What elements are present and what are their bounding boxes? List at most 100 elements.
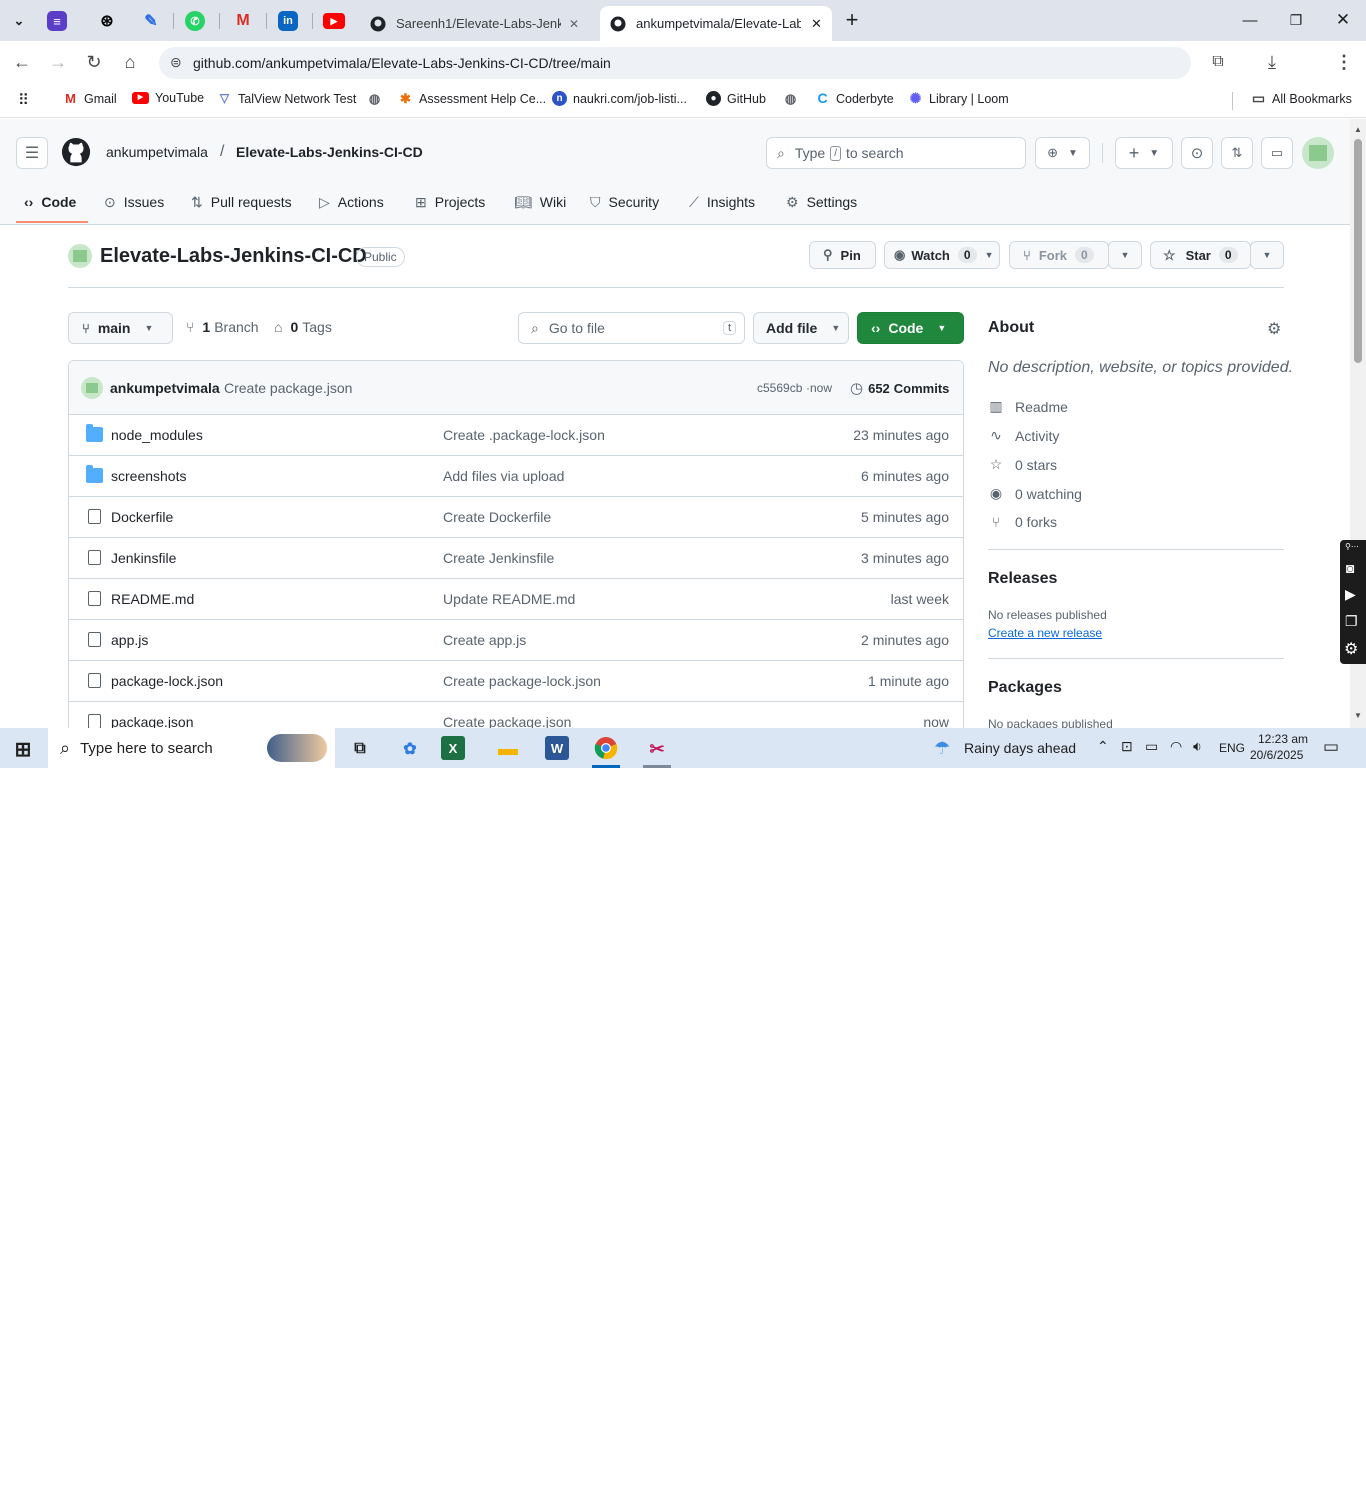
chrome-icon[interactable] (594, 1464, 618, 1488)
file-commit-message[interactable]: Create package.json (443, 714, 571, 728)
code-button[interactable]: ‹› Code ▼ (857, 312, 964, 344)
about-stars[interactable]: ☆ 0 stars (988, 456, 1057, 473)
camera-icon[interactable]: ◙ (1346, 560, 1354, 576)
video-camera-icon[interactable]: ▶ (1345, 586, 1356, 603)
bookmark-loom[interactable]: ✺ Library | Loom (908, 91, 1009, 106)
about-settings-gear-icon[interactable]: ⚙ (1267, 319, 1281, 339)
pinned-tab-drive-icon[interactable]: ✎ (138, 8, 164, 34)
file-row[interactable]: node_modules Create .package-lock.json 23 … (69, 414, 963, 455)
clock-time[interactable]: 12:23 am (1258, 732, 1308, 746)
file-commit-message[interactable]: Create package-lock.json (443, 673, 601, 689)
restore-icon[interactable]: ❐ (1276, 8, 1316, 32)
add-file-button[interactable]: Add file ▼ (753, 312, 849, 344)
bookmark-github[interactable]: ● GitHub (706, 91, 766, 106)
bookmark-gmail[interactable]: M Gmail (63, 91, 117, 106)
apps-grid-icon[interactable]: ⠿ (18, 91, 29, 109)
file-row[interactable]: Jenkinsfile Create Jenkinsfile 3 minutes a… (69, 537, 963, 578)
file-row[interactable]: app.js Create app.js 2 minutes ago (69, 619, 963, 660)
task-view-icon[interactable]: ⧉ (342, 734, 378, 764)
file-row[interactable]: package-lock.json Create package-lock.jso… (69, 660, 963, 701)
branches-link[interactable]: ⑂ 1 Branch (186, 319, 259, 335)
file-name[interactable]: app.js (111, 632, 148, 648)
tab-security[interactable]: ⛉ Security (590, 191, 659, 213)
bookmark-coderbyte[interactable]: C Coderbyte (815, 91, 893, 106)
tab-search-chevron-icon[interactable]: ⌄ (6, 8, 32, 34)
file-row[interactable]: README.md Update README.md last week (69, 578, 963, 619)
snipping-tool-icon[interactable]: ✂ (639, 734, 675, 764)
issues-icon[interactable]: ⊙ (1181, 137, 1213, 169)
copilot-button[interactable]: ⊕ ▼ (1035, 137, 1090, 169)
owner-link[interactable]: ankumpetvimala (106, 144, 208, 160)
commit-message[interactable]: Create package.json (224, 380, 352, 396)
pinned-tab-youtube-icon[interactable]: ▶ (323, 13, 345, 29)
bookmark-talview[interactable]: ▽ TalView Network Test (217, 91, 356, 106)
weather-text[interactable]: Rainy days ahead (964, 740, 1076, 756)
commits-link[interactable]: ◷ 652 Commits (850, 379, 949, 397)
star-button[interactable]: ☆ Star 0 (1150, 241, 1251, 269)
wifi-icon[interactable]: ◠ (1170, 738, 1182, 755)
file-name[interactable]: package-lock.json (111, 673, 223, 689)
tab-issues[interactable]: ⊙ Issues (104, 191, 164, 213)
file-explorer-icon[interactable]: ▬ (490, 734, 526, 764)
close-tab-icon[interactable]: ✕ (569, 17, 579, 31)
file-name[interactable]: Jenkinsfile (111, 550, 176, 566)
create-new-button[interactable]: + ▼ (1115, 137, 1173, 169)
file-commit-message[interactable]: Add files via upload (443, 468, 564, 484)
scroll-down-arrow-icon[interactable]: ▼ (1354, 711, 1362, 720)
home-icon[interactable]: ⌂ (115, 48, 145, 76)
star-dropdown-chevron-icon[interactable]: ▼ (1250, 241, 1284, 269)
inbox-icon[interactable]: ▭ (1261, 137, 1293, 169)
file-name[interactable]: node_modules (111, 427, 203, 443)
browser-tab-2-active[interactable]: ankumpetvimala/Elevate-Labs-J ✕ (600, 6, 832, 41)
packages-title[interactable]: Packages (988, 679, 1062, 697)
tags-link[interactable]: ⌂ 0 Tags (274, 319, 332, 335)
close-window-icon[interactable]: ✕ (1323, 8, 1363, 32)
word-icon[interactable]: W (545, 736, 569, 760)
create-release-link[interactable]: Create a new release (988, 626, 1102, 640)
bookmark-globe-2[interactable]: ◍ (783, 91, 804, 106)
file-commit-message[interactable]: Create Dockerfile (443, 509, 551, 525)
commit-author[interactable]: ankumpetvimala (110, 380, 220, 396)
go-to-file-input[interactable]: ⌕ Go to file t (518, 312, 745, 344)
reload-icon[interactable]: ↻ (79, 48, 109, 76)
excel-icon[interactable]: X (441, 736, 465, 760)
hamburger-menu-icon[interactable]: ☰ (16, 137, 48, 169)
file-commit-message[interactable]: Create Jenkinsfile (443, 550, 554, 566)
all-bookmarks[interactable]: ▭ All Bookmarks (1251, 91, 1352, 106)
tray-chevron-up-icon[interactable]: ⌃ (1097, 738, 1109, 755)
battery-icon[interactable]: ▭ (1145, 738, 1158, 755)
file-commit-message[interactable]: Update README.md (443, 591, 575, 607)
taskbar-search-box[interactable]: ⌕ Type here to search (48, 728, 335, 768)
search-input[interactable]: ⌕ Type / to search (766, 137, 1026, 169)
pinned-tab-whatsapp-icon[interactable]: ✆ (185, 11, 205, 31)
github-logo-icon[interactable] (61, 137, 91, 167)
tab-actions[interactable]: ▷ Actions (319, 191, 384, 213)
about-readme[interactable]: ▥ Readme (988, 398, 1068, 415)
address-bar[interactable]: ⊜ github.com/ankumpetvimala/Elevate-Labs… (159, 47, 1191, 79)
scroll-up-arrow-icon[interactable]: ▲ (1354, 125, 1362, 134)
bookmark-globe[interactable]: ◍ (367, 91, 388, 106)
weather-rain-icon[interactable]: ☂ (934, 738, 950, 759)
widget-handle-icon[interactable]: ⚲⋯ (1345, 542, 1359, 551)
bookmark-assessment[interactable]: ✱ Assessment Help Ce... (398, 91, 546, 106)
copilot-app-icon[interactable]: ✿ (392, 734, 428, 764)
file-row[interactable]: package.json Create package.json now (69, 701, 963, 728)
file-row[interactable]: Dockerfile Create Dockerfile 5 minutes ago (69, 496, 963, 537)
browser-tab-1[interactable]: Sareenh1/Elevate-Labs-Jenkins ✕ (360, 6, 600, 41)
tab-pull-requests[interactable]: ⇅ Pull requests (191, 191, 292, 213)
tab-code[interactable]: ‹› Code (24, 191, 76, 213)
notifications-icon[interactable]: ▭ (1323, 737, 1339, 757)
repo-link[interactable]: Elevate-Labs-Jenkins-CI-CD (236, 144, 423, 160)
fork-button[interactable]: ⑂ Fork 0 (1009, 241, 1109, 269)
pin-button[interactable]: ⚲ Pin (809, 241, 876, 269)
chrome-icon[interactable] (594, 736, 618, 760)
file-name[interactable]: screenshots (111, 468, 186, 484)
tab-wiki[interactable]: 📖︎ Wiki (514, 191, 566, 213)
windows-start-icon[interactable]: ⊞ (5, 734, 41, 764)
about-activity[interactable]: ∿ Activity (988, 427, 1059, 444)
file-commit-message[interactable]: Create app.js (443, 632, 526, 648)
user-avatar[interactable] (1302, 137, 1334, 169)
file-commit-message[interactable]: Create .package-lock.json (443, 427, 605, 443)
branch-selector[interactable]: ⑂ main ▼ (68, 312, 173, 344)
watch-button[interactable]: ◉ Watch 0 ▼ (884, 241, 1000, 269)
